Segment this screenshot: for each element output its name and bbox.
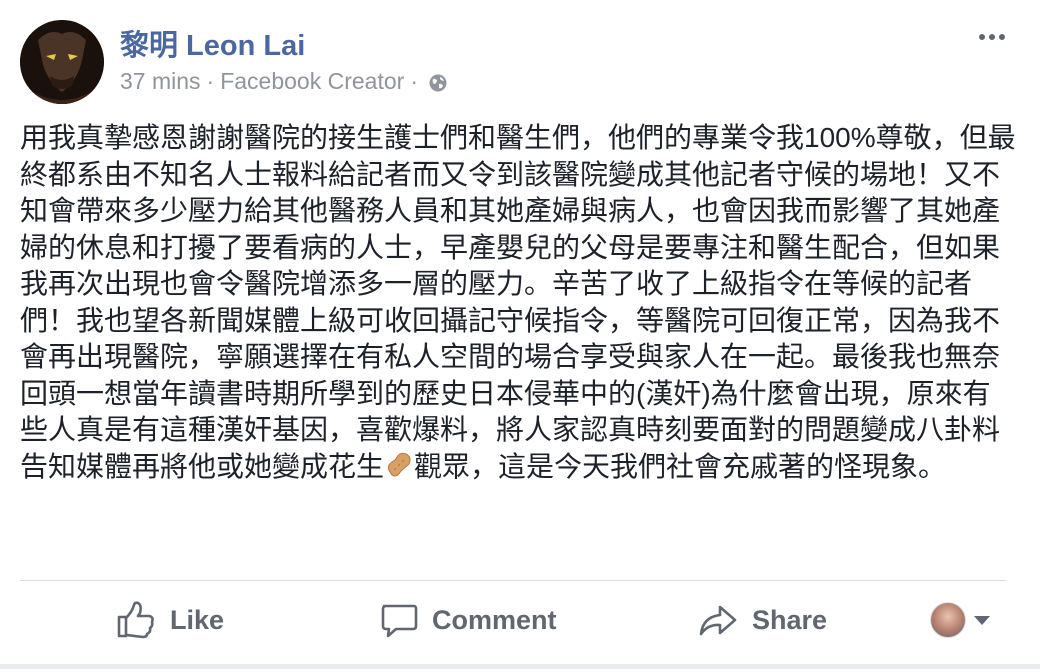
actions-divider [20,580,1006,581]
avatar-image [20,20,104,104]
choose-identity-selector[interactable] [930,602,990,638]
post-text-part-2: 觀眾，這是今天我們社會充戚著的怪現象。 [414,450,947,482]
meta-separator: · [206,68,215,94]
comment-bubble-icon [381,604,418,638]
author-avatar[interactable] [20,20,104,104]
more-options-icon[interactable] [974,22,1010,52]
post-actions-bar: Like Comment Share [20,590,1006,652]
post-timestamp[interactable]: 37 mins [120,68,201,95]
like-button[interactable]: Like [116,600,224,640]
chevron-down-icon [974,615,990,625]
share-arrow-icon [699,605,737,636]
globe-icon[interactable] [428,72,448,92]
share-label: Share [752,604,828,635]
author-name-link[interactable]: 黎明 Leon Lai [120,22,305,64]
share-button[interactable]: Share [698,600,827,640]
thumbs-up-icon [117,601,154,639]
post-body: 用我真摯感恩謝謝醫院的接生護士們和醫生們，他們的專業令我100%尊敬，但最終都系… [20,120,1018,485]
comment-button[interactable]: Comment [380,600,557,640]
post-meta: 37 mins · Facebook Creator · [120,68,448,95]
like-label: Like [170,604,225,635]
post-text-part-1: 用我真摯感恩謝謝醫院的接生護士們和醫生們，他們的專業令我100%尊敬，但最終都系… [20,122,1016,482]
post-card: 黎明 Leon Lai 37 mins · Facebook Creator ·… [0,0,1040,669]
viewer-avatar [930,602,966,638]
card-bottom-border [0,664,1040,669]
post-app-link[interactable]: Facebook Creator [220,68,404,95]
peanut-emoji [384,450,414,480]
meta-separator: · [410,68,418,94]
comment-label: Comment [432,604,557,635]
